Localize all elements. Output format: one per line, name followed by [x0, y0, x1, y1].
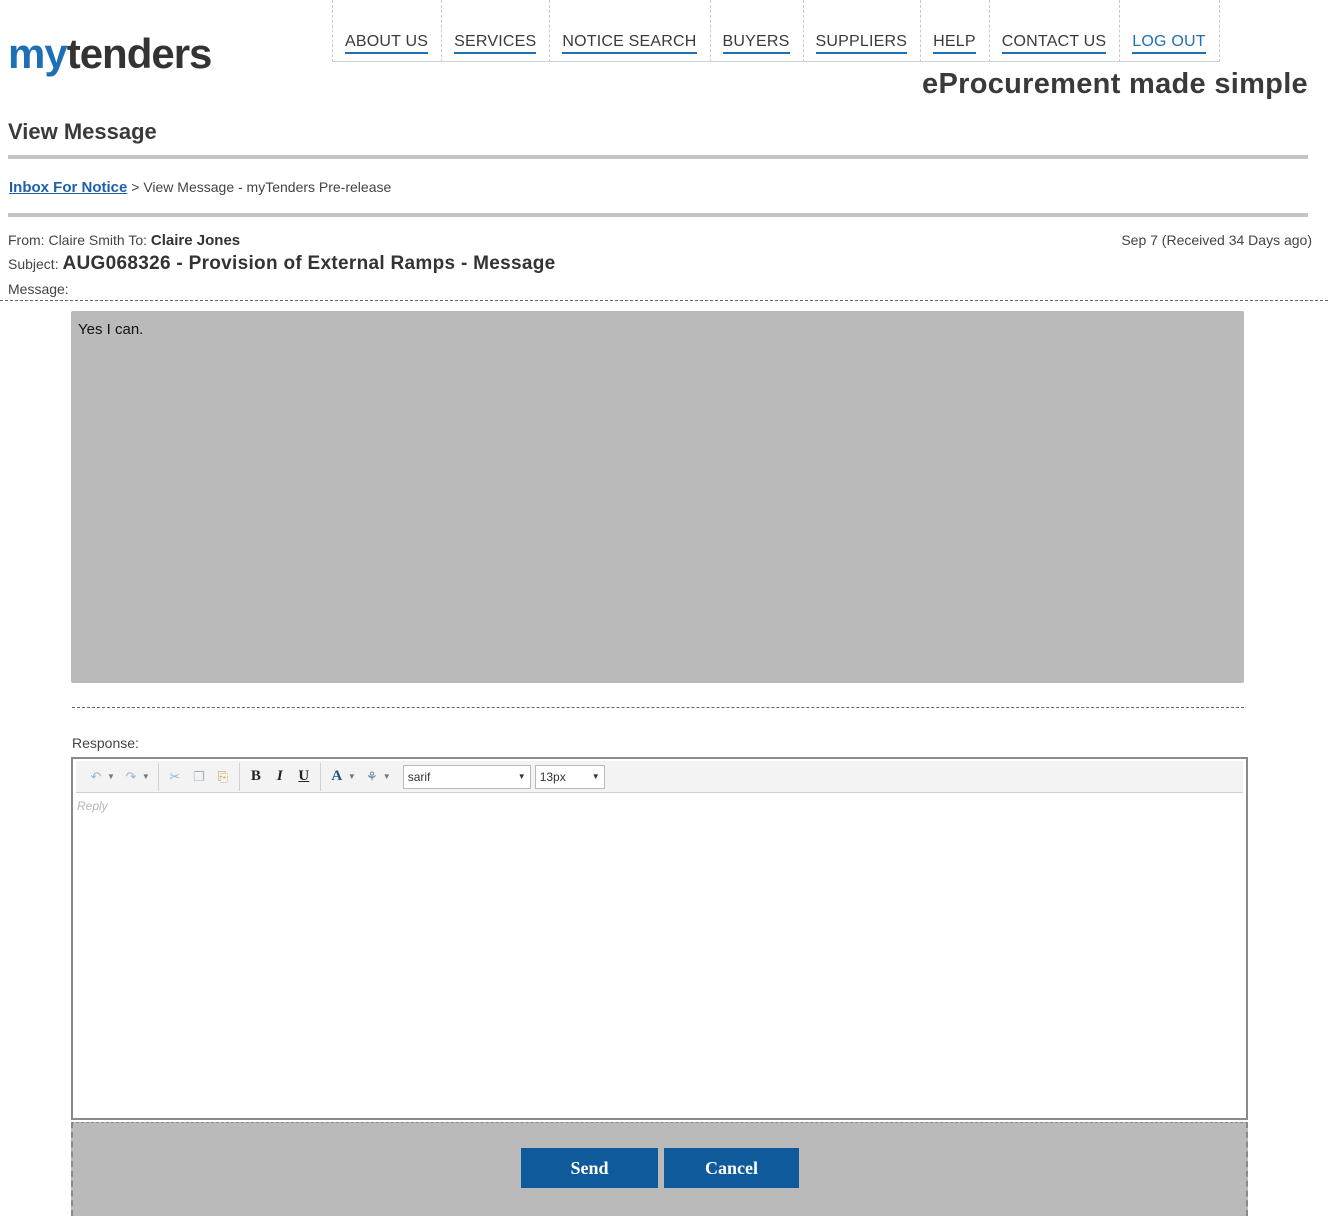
toolbar-group-clipboard: ✂ ❐ ⎘	[159, 762, 240, 791]
subject-label: Subject:	[8, 256, 59, 272]
nav-link-contact-us[interactable]: CONTACT US	[1001, 33, 1107, 54]
from-value: Claire Smith	[48, 232, 125, 248]
nav-item-help: HELP	[920, 0, 989, 62]
to-label: To:	[128, 232, 148, 248]
font-size-caret-icon: ▼	[591, 772, 600, 781]
tagline: eProcurement made simple	[922, 68, 1308, 100]
message-label: Message:	[8, 281, 69, 297]
breadcrumb-inbox-link[interactable]: Inbox For Notice	[9, 179, 127, 196]
message-body-text: Yes I can.	[78, 321, 144, 338]
paste-icon[interactable]: ⎘	[213, 766, 233, 788]
message-top-divider	[0, 300, 1328, 301]
toolbar-group-color: A ▼ ⚘ ▼	[321, 763, 399, 791]
editor-toolbar: ↶ ▼ ↷ ▼ ✂ ❐ ⎘ B I U A ▼ ⚘ ▼ sarif ▼ 13px ▼	[76, 761, 1243, 793]
subject-value: AUG068326 - Provision of External Ramps …	[62, 253, 556, 274]
breadcrumb-divider	[8, 213, 1308, 217]
nav-link-services[interactable]: SERVICES	[454, 33, 537, 54]
mytenders-logo[interactable]: mytenders	[8, 30, 213, 78]
text-color-icon[interactable]: A	[327, 766, 347, 788]
redo-icon[interactable]: ↷	[121, 766, 141, 788]
nav-item-buyers: BUYERS	[709, 0, 803, 62]
breadcrumb-separator: >	[131, 179, 140, 195]
page-title: View Message	[8, 119, 157, 144]
nav-link-help[interactable]: HELP	[933, 33, 976, 54]
response-label: Response:	[72, 735, 139, 751]
italic-icon[interactable]: I	[270, 766, 290, 788]
message-subject: Subject: AUG068326 - Provision of Extern…	[8, 253, 556, 275]
undo-dropdown-icon[interactable]: ▼	[107, 772, 115, 781]
nav-link-about-us[interactable]: ABOUT US	[345, 33, 429, 54]
top-navigation: ABOUT US SERVICES NOTICE SEARCH BUYERS S…	[332, 0, 1220, 62]
nav-link-buyers[interactable]: BUYERS	[722, 33, 790, 54]
undo-icon[interactable]: ↶	[86, 766, 106, 788]
message-bottom-divider	[72, 707, 1244, 708]
breadcrumb-current: View Message - myTenders Pre-release	[143, 179, 392, 195]
cancel-button[interactable]: Cancel	[664, 1148, 799, 1188]
font-size-select[interactable]: 13px ▼	[534, 764, 605, 789]
nav-link-log-out[interactable]: LOG OUT	[1132, 33, 1206, 54]
toolbar-group-history: ↶ ▼ ↷ ▼	[80, 762, 159, 791]
toolbar-group-format: B I U	[240, 762, 321, 791]
highlight-dropdown-icon[interactable]: ▼	[383, 772, 391, 781]
logo-part-tenders: tenders	[66, 30, 213, 77]
breadcrumb: Inbox For Notice > View Message - myTend…	[9, 179, 391, 196]
bold-icon[interactable]: B	[246, 766, 266, 788]
underline-icon[interactable]: U	[294, 766, 314, 788]
font-family-value: sarif	[407, 769, 431, 784]
message-body: Yes I can.	[71, 311, 1244, 683]
nav-item-notice-search: NOTICE SEARCH	[549, 0, 709, 62]
to-value: Claire Jones	[150, 232, 241, 249]
nav-item-contact-us: CONTACT US	[988, 0, 1120, 62]
font-size-value: 13px	[539, 769, 566, 784]
title-divider	[8, 155, 1308, 159]
nav-link-notice-search[interactable]: NOTICE SEARCH	[562, 33, 697, 54]
redo-dropdown-icon[interactable]: ▼	[142, 772, 150, 781]
copy-icon[interactable]: ❐	[189, 766, 209, 788]
from-label: From:	[8, 232, 45, 248]
action-bar: Send Cancel	[71, 1122, 1248, 1216]
nav-link-suppliers[interactable]: SUPPLIERS	[815, 33, 908, 54]
highlight-color-icon[interactable]: ⚘	[362, 766, 382, 788]
response-textarea-placeholder[interactable]: Reply	[77, 799, 108, 813]
nav-item-suppliers: SUPPLIERS	[802, 0, 921, 62]
font-family-caret-icon: ▼	[517, 772, 526, 781]
message-date: Sep 7 (Received 34 Days ago)	[1121, 232, 1312, 248]
nav-item-log-out: LOG OUT	[1119, 0, 1220, 62]
response-editor: ↶ ▼ ↷ ▼ ✂ ❐ ⎘ B I U A ▼ ⚘ ▼ sarif ▼ 13px ▼ R…	[71, 757, 1248, 1120]
text-color-dropdown-icon[interactable]: ▼	[348, 772, 356, 781]
nav-item-about-us: ABOUT US	[332, 0, 441, 62]
send-button[interactable]: Send	[521, 1148, 658, 1188]
cut-icon[interactable]: ✂	[165, 766, 185, 788]
message-from-to: From: Claire Smith To: Claire Jones	[8, 232, 240, 249]
font-family-select[interactable]: sarif ▼	[402, 764, 531, 789]
nav-item-services: SERVICES	[441, 0, 549, 62]
logo-part-my: my	[8, 30, 68, 77]
